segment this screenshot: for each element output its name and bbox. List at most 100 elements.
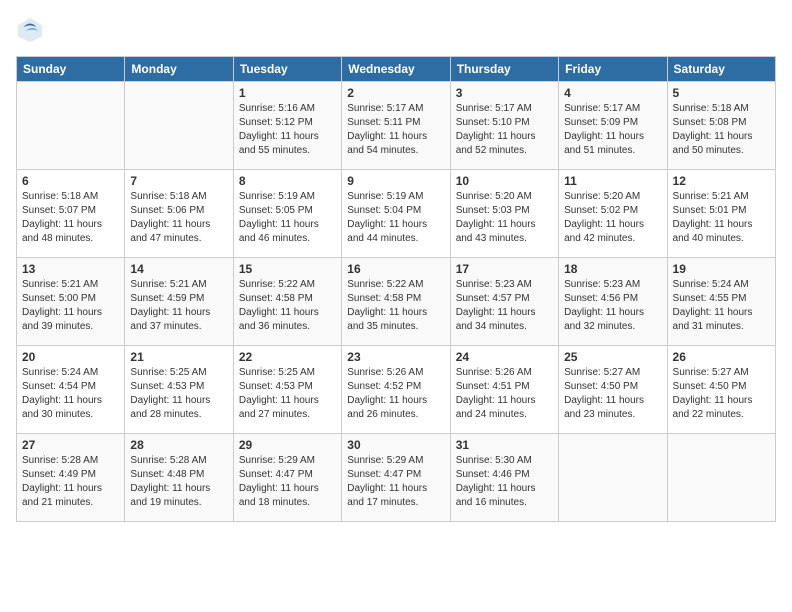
day-content: Sunrise: 5:24 AMSunset: 4:54 PMDaylight:… (22, 366, 119, 422)
day-number: 25 (564, 350, 661, 364)
day-content: Sunrise: 5:26 AMSunset: 4:52 PMDaylight:… (347, 366, 444, 422)
calendar-cell (17, 82, 125, 170)
day-number: 23 (347, 350, 444, 364)
calendar-cell (667, 434, 775, 522)
calendar-cell: 4Sunrise: 5:17 AMSunset: 5:09 PMDaylight… (559, 82, 667, 170)
week-row-4: 20 Sunrise: 5:24 AMSunset: 4:54 PMDayligh… (17, 346, 776, 434)
calendar-cell: 27 Sunrise: 5:28 AMSunset: 4:49 PMDayligh… (17, 434, 125, 522)
col-header-tuesday: Tuesday (233, 57, 341, 82)
day-content: Sunrise: 5:24 AMSunset: 4:55 PMDaylight:… (673, 278, 770, 334)
day-content: Sunrise: 5:27 AMSunset: 4:50 PMDaylight:… (564, 366, 661, 422)
week-row-3: 13 Sunrise: 5:21 AMSunset: 5:00 PMDayligh… (17, 258, 776, 346)
week-row-5: 27 Sunrise: 5:28 AMSunset: 4:49 PMDayligh… (17, 434, 776, 522)
day-content: Sunrise: 5:22 AMSunset: 4:58 PMDaylight:… (347, 278, 444, 334)
day-number: 20 (22, 350, 119, 364)
day-number: 30 (347, 438, 444, 452)
day-content: Sunrise: 5:25 AMSunset: 4:53 PMDaylight:… (239, 366, 336, 422)
day-number: 15 (239, 262, 336, 276)
day-content: Sunrise: 5:17 AMSunset: 5:10 PMDaylight:… (456, 102, 553, 158)
day-number: 27 (22, 438, 119, 452)
day-content: Sunrise: 5:28 AMSunset: 4:48 PMDaylight:… (130, 454, 227, 510)
day-content: Sunrise: 5:17 AMSunset: 5:11 PMDaylight:… (347, 102, 444, 158)
day-content: Sunrise: 5:20 AMSunset: 5:03 PMDaylight:… (456, 190, 553, 246)
day-number: 4 (564, 86, 661, 100)
calendar-cell: 9 Sunrise: 5:19 AMSunset: 5:04 PMDaylight… (342, 170, 450, 258)
calendar-cell: 30 Sunrise: 5:29 AMSunset: 4:47 PMDayligh… (342, 434, 450, 522)
week-row-1: 1Sunrise: 5:16 AMSunset: 5:12 PMDaylight… (17, 82, 776, 170)
day-content: Sunrise: 5:25 AMSunset: 4:53 PMDaylight:… (130, 366, 227, 422)
calendar-cell: 21 Sunrise: 5:25 AMSunset: 4:53 PMDayligh… (125, 346, 233, 434)
day-number: 8 (239, 174, 336, 188)
calendar-cell: 28 Sunrise: 5:28 AMSunset: 4:48 PMDayligh… (125, 434, 233, 522)
calendar-cell: 17 Sunrise: 5:23 AMSunset: 4:57 PMDayligh… (450, 258, 558, 346)
day-number: 24 (456, 350, 553, 364)
calendar-cell: 22 Sunrise: 5:25 AMSunset: 4:53 PMDayligh… (233, 346, 341, 434)
calendar-cell (559, 434, 667, 522)
day-content: Sunrise: 5:30 AMSunset: 4:46 PMDaylight:… (456, 454, 553, 510)
day-number: 18 (564, 262, 661, 276)
col-header-sunday: Sunday (17, 57, 125, 82)
day-content: Sunrise: 5:23 AMSunset: 4:57 PMDaylight:… (456, 278, 553, 334)
day-number: 17 (456, 262, 553, 276)
calendar-cell: 19 Sunrise: 5:24 AMSunset: 4:55 PMDayligh… (667, 258, 775, 346)
logo (16, 16, 48, 44)
calendar-cell: 16 Sunrise: 5:22 AMSunset: 4:58 PMDayligh… (342, 258, 450, 346)
day-content: Sunrise: 5:21 AMSunset: 5:01 PMDaylight:… (673, 190, 770, 246)
day-number: 9 (347, 174, 444, 188)
day-number: 6 (22, 174, 119, 188)
calendar-cell: 8 Sunrise: 5:19 AMSunset: 5:05 PMDaylight… (233, 170, 341, 258)
calendar-cell: 1Sunrise: 5:16 AMSunset: 5:12 PMDaylight… (233, 82, 341, 170)
day-number: 21 (130, 350, 227, 364)
calendar-cell: 5Sunrise: 5:18 AMSunset: 5:08 PMDaylight… (667, 82, 775, 170)
day-number: 29 (239, 438, 336, 452)
calendar-cell: 12 Sunrise: 5:21 AMSunset: 5:01 PMDayligh… (667, 170, 775, 258)
calendar-cell: 6 Sunrise: 5:18 AMSunset: 5:07 PMDaylight… (17, 170, 125, 258)
col-header-monday: Monday (125, 57, 233, 82)
day-number: 14 (130, 262, 227, 276)
calendar-cell: 31 Sunrise: 5:30 AMSunset: 4:46 PMDayligh… (450, 434, 558, 522)
day-number: 12 (673, 174, 770, 188)
day-content: Sunrise: 5:20 AMSunset: 5:02 PMDaylight:… (564, 190, 661, 246)
day-content: Sunrise: 5:21 AMSunset: 5:00 PMDaylight:… (22, 278, 119, 334)
day-number: 1 (239, 86, 336, 100)
calendar-cell: 18 Sunrise: 5:23 AMSunset: 4:56 PMDayligh… (559, 258, 667, 346)
calendar-cell: 20 Sunrise: 5:24 AMSunset: 4:54 PMDayligh… (17, 346, 125, 434)
day-number: 19 (673, 262, 770, 276)
day-content: Sunrise: 5:26 AMSunset: 4:51 PMDaylight:… (456, 366, 553, 422)
week-row-2: 6 Sunrise: 5:18 AMSunset: 5:07 PMDaylight… (17, 170, 776, 258)
day-content: Sunrise: 5:18 AMSunset: 5:07 PMDaylight:… (22, 190, 119, 246)
day-content: Sunrise: 5:29 AMSunset: 4:47 PMDaylight:… (347, 454, 444, 510)
day-content: Sunrise: 5:18 AMSunset: 5:08 PMDaylight:… (673, 102, 770, 158)
calendar-cell: 10 Sunrise: 5:20 AMSunset: 5:03 PMDayligh… (450, 170, 558, 258)
day-number: 11 (564, 174, 661, 188)
day-content: Sunrise: 5:19 AMSunset: 5:04 PMDaylight:… (347, 190, 444, 246)
page-header (16, 16, 776, 44)
day-number: 26 (673, 350, 770, 364)
header-row: SundayMondayTuesdayWednesdayThursdayFrid… (17, 57, 776, 82)
day-content: Sunrise: 5:29 AMSunset: 4:47 PMDaylight:… (239, 454, 336, 510)
day-content: Sunrise: 5:21 AMSunset: 4:59 PMDaylight:… (130, 278, 227, 334)
calendar-cell: 7Sunrise: 5:18 AMSunset: 5:06 PMDaylight… (125, 170, 233, 258)
day-number: 16 (347, 262, 444, 276)
day-content: Sunrise: 5:23 AMSunset: 4:56 PMDaylight:… (564, 278, 661, 334)
day-number: 28 (130, 438, 227, 452)
col-header-saturday: Saturday (667, 57, 775, 82)
day-number: 22 (239, 350, 336, 364)
calendar-cell: 25 Sunrise: 5:27 AMSunset: 4:50 PMDayligh… (559, 346, 667, 434)
day-number: 2 (347, 86, 444, 100)
day-content: Sunrise: 5:19 AMSunset: 5:05 PMDaylight:… (239, 190, 336, 246)
calendar-cell: 11 Sunrise: 5:20 AMSunset: 5:02 PMDayligh… (559, 170, 667, 258)
calendar-table: SundayMondayTuesdayWednesdayThursdayFrid… (16, 56, 776, 522)
calendar-cell: 13 Sunrise: 5:21 AMSunset: 5:00 PMDayligh… (17, 258, 125, 346)
day-number: 10 (456, 174, 553, 188)
calendar-cell: 3 Sunrise: 5:17 AMSunset: 5:10 PMDaylight… (450, 82, 558, 170)
day-number: 31 (456, 438, 553, 452)
day-number: 3 (456, 86, 553, 100)
day-number: 13 (22, 262, 119, 276)
logo-icon (16, 16, 44, 44)
day-content: Sunrise: 5:27 AMSunset: 4:50 PMDaylight:… (673, 366, 770, 422)
day-content: Sunrise: 5:22 AMSunset: 4:58 PMDaylight:… (239, 278, 336, 334)
calendar-cell: 23 Sunrise: 5:26 AMSunset: 4:52 PMDayligh… (342, 346, 450, 434)
day-content: Sunrise: 5:28 AMSunset: 4:49 PMDaylight:… (22, 454, 119, 510)
calendar-cell: 24 Sunrise: 5:26 AMSunset: 4:51 PMDayligh… (450, 346, 558, 434)
